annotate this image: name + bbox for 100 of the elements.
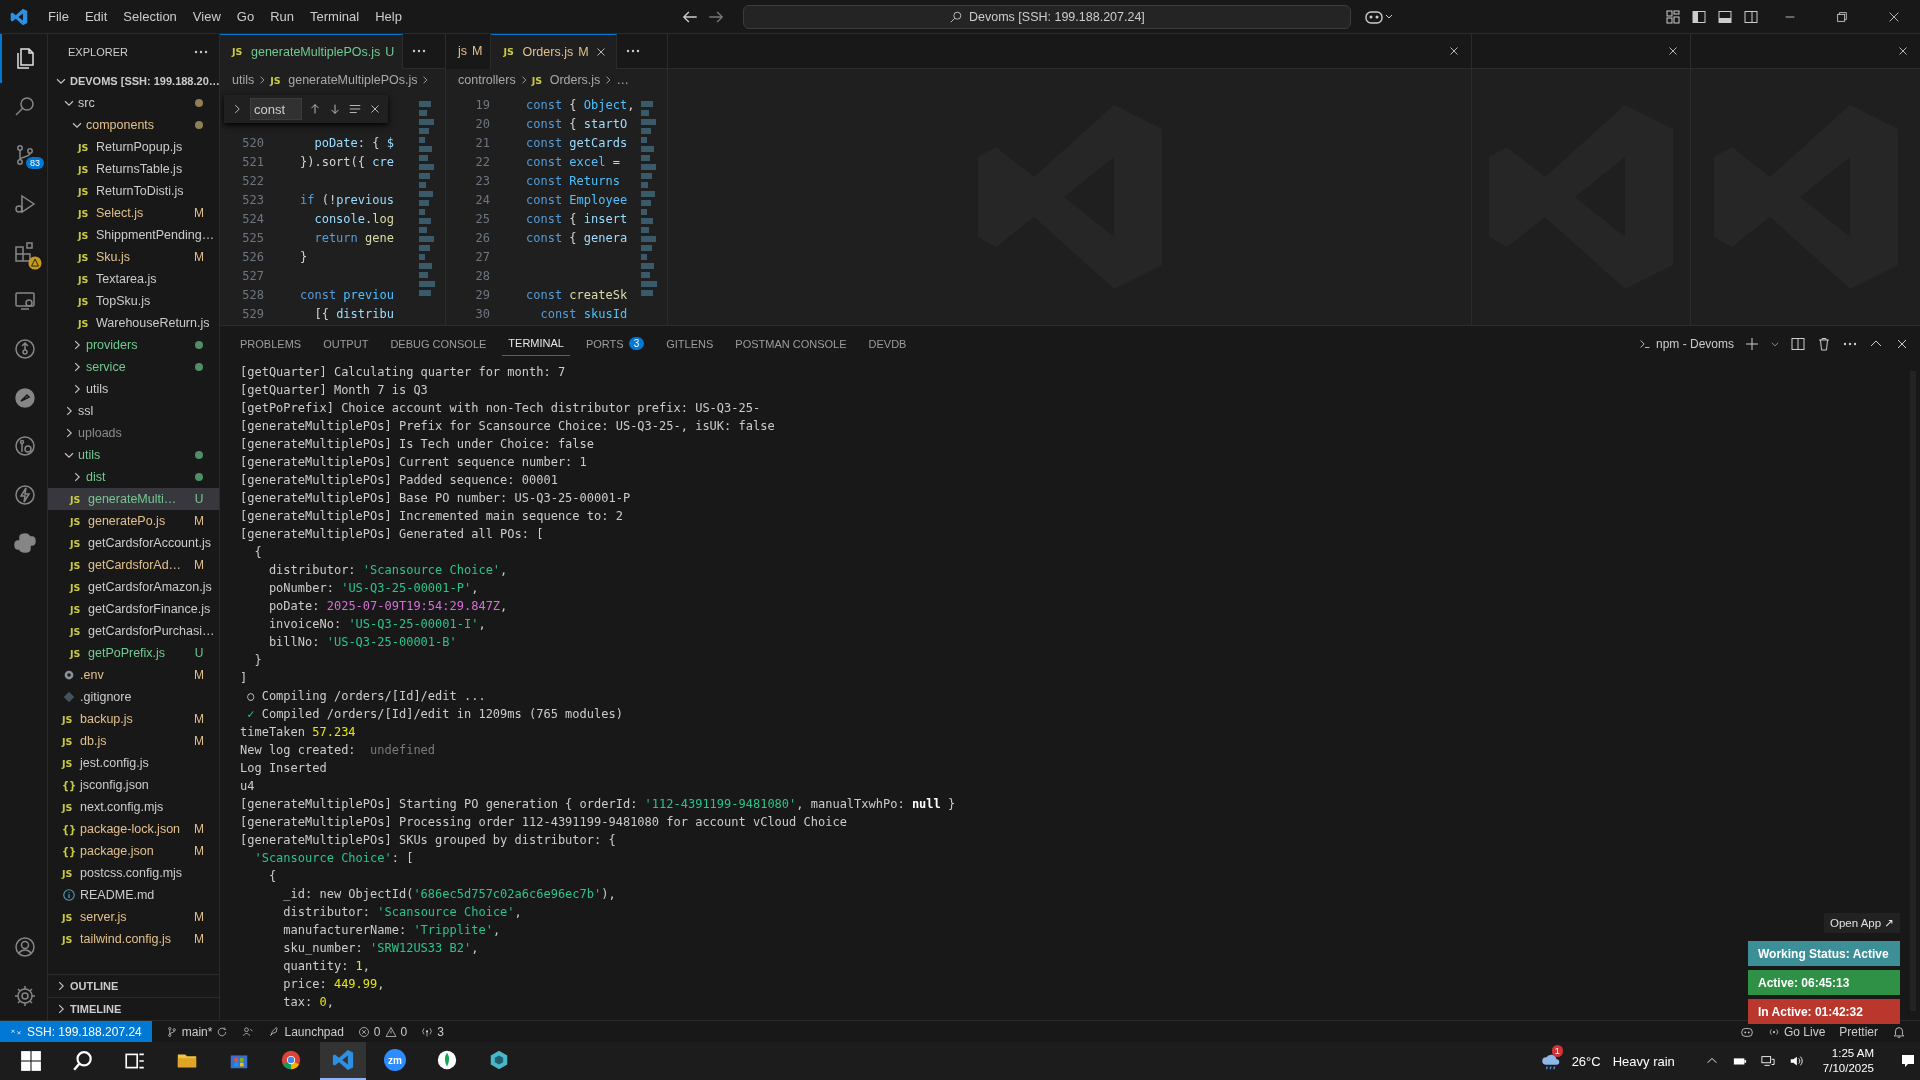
tree-item[interactable]: JS WarehouseReturn.js <box>48 312 219 334</box>
menu-item[interactable]: Selection <box>115 6 185 27</box>
tree-item[interactable]: providers <box>48 334 219 356</box>
activity-bar-item[interactable]: 83 <box>0 131 48 180</box>
breadcrumb[interactable]: JS Orders.js <box>531 73 601 87</box>
start-icon[interactable] <box>20 1050 42 1072</box>
panel-tab[interactable]: DEVDB <box>862 331 913 356</box>
breadcrumb[interactable]: JS generateMultiplePOs.js <box>270 73 418 87</box>
trash-icon[interactable] <box>1816 335 1832 352</box>
bell-icon[interactable] <box>1892 1024 1906 1039</box>
tree-item[interactable]: JS ShippmentPending… <box>48 224 219 246</box>
tree-item[interactable]: JS ReturnPopup.js <box>48 136 219 158</box>
tree-item[interactable]: .env M <box>48 664 219 686</box>
problems-button[interactable]: 0 0 <box>357 1024 408 1039</box>
secondary-sidebar-icon[interactable] <box>1743 8 1759 25</box>
tree-item[interactable]: JS Select.js M <box>48 202 219 224</box>
volume-icon[interactable] <box>1788 1054 1803 1068</box>
tree-item[interactable]: JS ReturnsTable.js <box>48 158 219 180</box>
tree-item[interactable]: JS Sku.js M <box>48 246 219 268</box>
tree-item[interactable]: JS getCardsforFinance.js <box>48 598 219 620</box>
file-type-icon: JS <box>232 46 246 57</box>
lines-icon[interactable] <box>348 102 362 116</box>
prettier-button[interactable]: Prettier <box>1839 1024 1878 1039</box>
tree-item[interactable]: JS getCardsforPurchasi… <box>48 620 219 642</box>
editor-tab[interactable]: JS generateMultiplePOs.js U <box>220 34 404 69</box>
editor-tab[interactable]: JS Orders.js M <box>491 34 617 69</box>
weather-widget[interactable]: 1 26°C Heavy rain <box>1539 1043 1675 1079</box>
panel-tab[interactable]: TERMINAL <box>502 331 570 356</box>
tree-item[interactable]: JS backup.js M <box>48 708 219 730</box>
tree-item[interactable]: JS jest.config.js <box>48 752 219 774</box>
tree-item[interactable]: utils <box>48 444 219 466</box>
section-header[interactable]: OUTLINE <box>48 974 219 997</box>
breadcrumb[interactable]: utils <box>232 73 255 87</box>
arrow-up-icon[interactable] <box>308 102 322 116</box>
menu-item[interactable]: File <box>40 6 77 27</box>
tree-item[interactable]: JS next.config.mjs <box>48 796 219 818</box>
panel-tab[interactable]: DEBUG CONSOLE <box>384 331 493 356</box>
panel-toggle-icon[interactable] <box>1717 8 1733 25</box>
tree-item[interactable]: utils <box>48 378 219 400</box>
taskbar-app[interactable] <box>320 1042 366 1080</box>
tree-item[interactable]: JS ReturnToDisti.js <box>48 180 219 202</box>
tree-item[interactable]: .gitignore <box>48 686 219 708</box>
tree-item[interactable]: uploads <box>48 422 219 444</box>
accounts-icon[interactable] <box>242 1025 255 1038</box>
plus-icon[interactable] <box>1744 335 1760 352</box>
editor-tab[interactable]: js M <box>446 34 492 69</box>
tree-item[interactable]: {} package-lock.json M <box>48 818 219 840</box>
layout-icon[interactable] <box>1665 8 1681 25</box>
notifications-icon[interactable] <box>1900 1053 1916 1069</box>
tree-item[interactable]: JS generateMulti… U <box>48 488 219 510</box>
find-input[interactable]: const <box>250 98 302 120</box>
tree-item[interactable]: JS postcss.config.mjs <box>48 862 219 884</box>
menu-item[interactable]: Edit <box>76 6 116 27</box>
tree-item[interactable]: JS getCardsforAccount.js <box>48 532 219 554</box>
arrow-down-icon[interactable] <box>328 102 342 116</box>
tree-item[interactable]: JS tailwind.config.js M <box>48 928 219 950</box>
tree-item[interactable]: {} package.json M <box>48 840 219 862</box>
tree-item[interactable]: JS getCardsforAmazon.js <box>48 576 219 598</box>
breadcrumb[interactable]: controllers <box>458 73 516 87</box>
search-field[interactable]: Devoms [SSH: 199.188.207.24] <box>742 4 1351 29</box>
panel-tab[interactable]: PROBLEMS <box>234 331 308 356</box>
remote-indicator[interactable]: SSH: 199.188.207.24 <box>0 1020 152 1043</box>
launchpad-button[interactable]: Launchpad <box>268 1024 344 1039</box>
tree-item[interactable]: README.md <box>48 884 219 906</box>
split-icon[interactable] <box>1790 335 1806 352</box>
tree-item[interactable]: JS db.js M <box>48 730 219 752</box>
panel-tab[interactable]: OUTPUT <box>317 331 375 356</box>
tree-item[interactable]: JS Textarea.js <box>48 268 219 290</box>
tree-item[interactable]: DEVOMS [SSH: 199.188.20… <box>48 70 219 92</box>
panel-tab[interactable]: GITLENS <box>660 331 720 356</box>
tree-item[interactable]: service <box>48 356 219 378</box>
panel-tab[interactable]: PORTS 3 <box>579 331 651 356</box>
breadcrumb[interactable]: … <box>616 73 629 87</box>
network-icon[interactable] <box>1760 1054 1775 1068</box>
tree-item[interactable]: JS getPoPrefix.js U <box>48 642 219 664</box>
tree-item[interactable]: dist <box>48 466 219 488</box>
menu-item[interactable]: Run <box>262 6 302 27</box>
clock[interactable]: 1:25 AM 7/10/2025 <box>1822 1046 1874 1076</box>
tree-item[interactable]: JS getCardsforAd… M <box>48 554 219 576</box>
go-live-button[interactable]: Go Live <box>1767 1024 1826 1039</box>
menu-item[interactable]: Help <box>367 6 410 27</box>
tree-item[interactable]: {} jsconfig.json <box>48 774 219 796</box>
panel-tab[interactable]: POSTMAN CONSOLE <box>729 331 853 356</box>
tree-item[interactable]: src <box>48 92 219 114</box>
restore-icon[interactable] <box>1835 9 1849 24</box>
search-icon <box>949 9 964 24</box>
terminal-selector[interactable]: npm - Devoms <box>1637 336 1734 351</box>
menu-item[interactable]: View <box>184 6 229 27</box>
tree-item[interactable]: ssl <box>48 400 219 422</box>
branch-indicator[interactable]: main* <box>165 1024 229 1039</box>
tree-item[interactable]: JS TopSku.js <box>48 290 219 312</box>
search-icon[interactable] <box>72 1050 94 1072</box>
ports-button[interactable]: 3 <box>421 1024 444 1039</box>
menu-item[interactable]: Go <box>228 6 263 27</box>
sidebar-toggle-icon[interactable] <box>1691 8 1707 25</box>
tree-item[interactable]: JS server.js M <box>48 906 219 928</box>
open-app-link[interactable]: Open App ↗ <box>1824 913 1900 933</box>
tree-item[interactable]: components <box>48 114 219 136</box>
tree-item[interactable]: JS generatePo.js M <box>48 510 219 532</box>
menu-item[interactable]: Terminal <box>302 6 368 27</box>
